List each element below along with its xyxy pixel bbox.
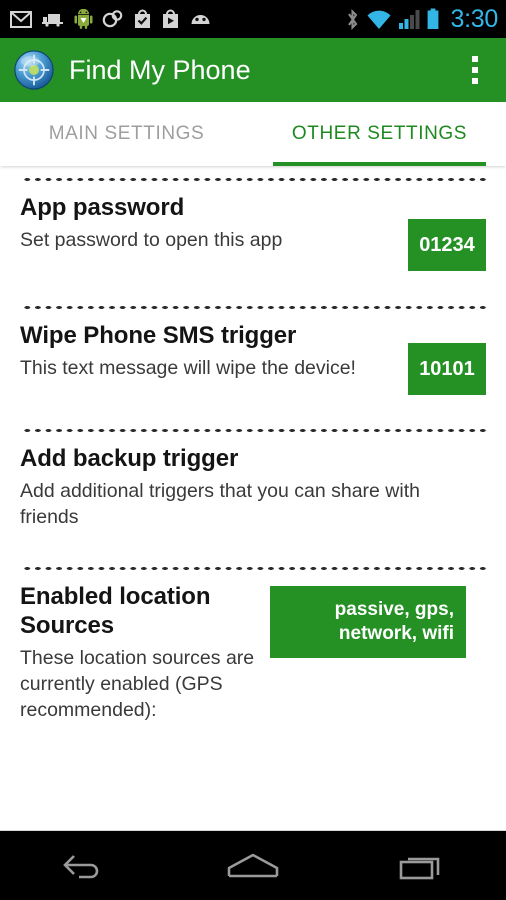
location-sources-badge[interactable]: passive, gps, network, wifi	[270, 585, 466, 658]
system-navigation-bar	[0, 830, 506, 900]
tab-other-settings-label: OTHER SETTINGS	[291, 123, 468, 144]
setting-subtitle: Set password to open this app	[20, 229, 283, 252]
recents-button[interactable]	[377, 837, 467, 895]
play-store-bag-icon	[163, 9, 178, 28]
app-title: Find My Phone	[69, 54, 251, 85]
setting-enabled-location-sources[interactable]: Enabled location Sources These location …	[20, 555, 486, 726]
tab-bar: MAIN SETTINGS OTHER SETTINGS	[0, 102, 506, 166]
setting-subtitle: These location sources are currently ena…	[20, 647, 255, 721]
gmail-icon	[10, 10, 32, 28]
home-icon	[227, 853, 279, 877]
status-bar-clock: 3:30	[450, 4, 499, 33]
setting-title: Wipe Phone SMS trigger	[20, 322, 297, 349]
tab-main-settings[interactable]: MAIN SETTINGS	[0, 102, 253, 166]
status-bar-notification-icons	[10, 9, 212, 29]
status-bar-system-icons: 3:30	[345, 4, 499, 33]
setting-subtitle: This text message will wipe the device!	[20, 357, 356, 380]
back-button[interactable]	[39, 837, 129, 895]
link-circles-icon	[102, 9, 123, 27]
android-robot-icon	[74, 9, 93, 29]
overflow-menu-icon[interactable]	[458, 48, 492, 92]
setting-title: Enabled location Sources	[20, 582, 211, 639]
shipment-truck-icon	[42, 13, 63, 27]
app-screen: 3:30 Find My Phone MAIN SETTINGS OTHER S…	[0, 0, 506, 900]
back-arrow-icon	[63, 854, 99, 878]
android-face-icon	[191, 15, 210, 24]
checkmark-bag-icon	[135, 9, 150, 28]
recents-icon	[399, 857, 439, 879]
divider	[20, 428, 486, 433]
setting-add-backup-trigger[interactable]: Add backup trigger Add additional trigge…	[20, 417, 486, 555]
divider	[20, 565, 486, 571]
app-password-badge[interactable]: 01234	[408, 219, 486, 271]
cellular-signal-icon	[398, 9, 420, 29]
setting-title: Add backup trigger	[20, 445, 239, 472]
tab-main-settings-label: MAIN SETTINGS	[48, 123, 205, 144]
status-bar: 3:30	[0, 0, 506, 38]
setting-title: App password	[20, 194, 185, 221]
setting-wipe-phone-sms-trigger[interactable]: Wipe Phone SMS trigger This text message…	[20, 294, 486, 417]
battery-icon	[427, 8, 438, 29]
setting-subtitle: Add additional triggers that you can sha…	[20, 480, 420, 528]
settings-list: App password Set password to open this a…	[0, 166, 506, 830]
tab-other-settings[interactable]: OTHER SETTINGS	[253, 102, 506, 166]
wipe-trigger-badge[interactable]: 10101	[408, 343, 486, 395]
home-button[interactable]	[208, 837, 298, 895]
action-bar: Find My Phone	[0, 38, 506, 102]
wifi-icon	[367, 10, 391, 29]
divider	[20, 305, 486, 310]
divider	[20, 177, 486, 182]
globe-target-icon	[14, 50, 54, 90]
setting-app-password[interactable]: App password Set password to open this a…	[20, 166, 486, 294]
bluetooth-icon	[347, 8, 357, 30]
